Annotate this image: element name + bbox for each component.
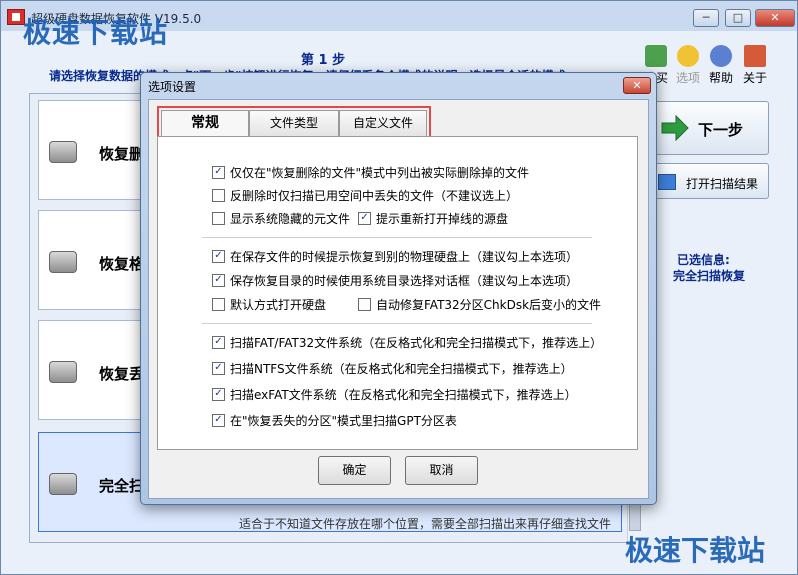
- option-scan-exfat[interactable]: ✓ 扫描exFAT文件系统（在反格式化和完全扫描模式下，推荐选上）: [212, 387, 577, 403]
- option-prompt-other-disk[interactable]: ✓ 在保存文件的时候提示恢复到别的物理硬盘上（建议勾上本选项）: [212, 249, 578, 265]
- separator: [202, 323, 592, 324]
- option-label: 自动修复FAT32分区ChkDsk后变小的文件: [376, 298, 602, 312]
- disk-icon: [49, 141, 77, 163]
- tab-file-types[interactable]: 文件类型: [249, 110, 339, 136]
- step-title: 第 1 步: [301, 53, 346, 68]
- tab-strip: 常规 文件类型 自定义文件: [157, 106, 431, 138]
- watermark-top: 极速下载站: [23, 16, 169, 49]
- checkbox[interactable]: [212, 298, 225, 311]
- checkbox[interactable]: ✓: [212, 274, 225, 287]
- checkbox[interactable]: [212, 189, 225, 202]
- tab-general[interactable]: 常规: [161, 110, 249, 136]
- toolbar-help[interactable]: 帮助: [704, 45, 738, 86]
- mode-description: 适合于不知道文件存放在哪个位置，需要全部扫描出来再仔细查找文件: [239, 517, 612, 531]
- toolbar-label: 帮助: [708, 71, 733, 85]
- option-label: 反删除时仅扫描已用空间中丢失的文件（不建议选上）: [230, 189, 519, 203]
- next-step-label: 下一步: [698, 121, 744, 139]
- option-show-hidden-meta[interactable]: 显示系统隐藏的元文件: [212, 211, 350, 227]
- option-list-only-deleted[interactable]: ✓ 仅仅在"恢复删除的文件"模式中列出被实际删除掉的文件: [212, 165, 529, 181]
- option-label: 仅仅在"恢复删除的文件"模式中列出被实际删除掉的文件: [230, 166, 530, 180]
- open-file-icon: [658, 174, 676, 190]
- disk-icon: [49, 361, 77, 383]
- option-scan-ntfs[interactable]: ✓ 扫描NTFS文件系统（在反格式化和完全扫描模式下，推荐选上）: [212, 361, 573, 377]
- cart-icon: [645, 45, 667, 67]
- scrollbar-thumb[interactable]: [629, 503, 641, 531]
- checkbox[interactable]: ✓: [212, 250, 225, 263]
- minimize-button[interactable]: ─: [693, 9, 719, 27]
- option-label: 显示系统隐藏的元文件: [230, 212, 351, 226]
- checkbox[interactable]: ✓: [212, 388, 225, 401]
- maximize-button[interactable]: □: [725, 9, 751, 27]
- ok-button[interactable]: 确定: [318, 456, 391, 485]
- option-label: 扫描FAT/FAT32文件系统（在反格式化和完全扫描模式下，推荐选上）: [230, 336, 603, 350]
- cancel-button[interactable]: 取消: [405, 456, 478, 485]
- option-system-dir-dialog[interactable]: ✓ 保存恢复目录的时候使用系统目录选择对话框（建议勾上本选项）: [212, 273, 578, 289]
- option-scan-gpt[interactable]: ✓ 在"恢复丢失的分区"模式里扫描GPT分区表: [212, 413, 457, 429]
- dialog-close-button[interactable]: ✕: [623, 77, 651, 94]
- option-label: 默认方式打开硬盘: [230, 298, 327, 312]
- separator: [202, 237, 592, 238]
- option-scan-used-space[interactable]: 反删除时仅扫描已用空间中丢失的文件（不建议选上）: [212, 188, 518, 204]
- checkbox[interactable]: ✓: [358, 212, 371, 225]
- option-label: 在"恢复丢失的分区"模式里扫描GPT分区表: [230, 414, 457, 428]
- title-bar: 超级硬盘数据恢复软件 V19.5.0 极速下载站 ─ □ ✕: [1, 1, 797, 49]
- disk-icon: [49, 251, 77, 273]
- toolbar-label: 关于: [742, 71, 767, 85]
- toolbar-options[interactable]: 选项: [671, 45, 705, 86]
- arrow-right-icon: [661, 114, 689, 142]
- home-icon: [744, 45, 766, 67]
- toolbar-label: 选项: [675, 71, 700, 85]
- selected-info-label: 已选信息:: [677, 253, 730, 267]
- selected-info-value: 完全扫描恢复: [673, 269, 746, 283]
- dialog-body: 常规 文件类型 自定义文件 ✓ 仅仅在"恢复删除的文件"模式中列出被实际删除掉的文…: [148, 99, 649, 499]
- option-scan-fat[interactable]: ✓ 扫描FAT/FAT32文件系统（在反格式化和完全扫描模式下，推荐选上）: [212, 335, 602, 351]
- close-button[interactable]: ✕: [755, 9, 795, 27]
- option-fix-fat32-chkdsk[interactable]: 自动修复FAT32分区ChkDsk后变小的文件: [358, 297, 601, 313]
- options-dialog: 选项设置 ✕ 常规 文件类型 自定义文件 ✓ 仅仅在"恢复删除的文件"模式中列出被…: [140, 72, 657, 505]
- option-label: 保存恢复目录的时候使用系统目录选择对话框（建议勾上本选项）: [230, 274, 579, 288]
- option-label: 扫描exFAT文件系统（在反格式化和完全扫描模式下，推荐选上）: [230, 388, 577, 402]
- option-label: 扫描NTFS文件系统（在反格式化和完全扫描模式下，推荐选上）: [230, 362, 573, 376]
- disk-icon: [49, 473, 77, 495]
- toolbar-about[interactable]: 关于: [738, 45, 772, 86]
- tab-panel-general: ✓ 仅仅在"恢复删除的文件"模式中列出被实际删除掉的文件 反删除时仅扫描已用空间中…: [157, 136, 638, 450]
- option-default-open-disk[interactable]: 默认方式打开硬盘: [212, 297, 326, 313]
- option-label: 在保存文件的时候提示恢复到别的物理硬盘上（建议勾上本选项）: [230, 250, 579, 264]
- checkbox[interactable]: ✓: [212, 362, 225, 375]
- tab-custom-files[interactable]: 自定义文件: [339, 110, 427, 136]
- watermark-bottom: 极速下载站: [625, 534, 766, 567]
- help-icon: [710, 45, 732, 67]
- option-label: 提示重新打开掉线的源盘: [376, 212, 509, 226]
- checkbox[interactable]: ✓: [212, 414, 225, 427]
- open-scan-result-button[interactable]: 打开扫描结果: [651, 163, 769, 199]
- checkbox[interactable]: ✓: [212, 336, 225, 349]
- checkbox[interactable]: [212, 212, 225, 225]
- gear-icon: [677, 45, 699, 67]
- open-scan-result-label: 打开扫描结果: [686, 177, 759, 191]
- next-step-button[interactable]: 下一步: [651, 101, 769, 155]
- dialog-title: 选项设置: [148, 80, 197, 94]
- option-reopen-source[interactable]: ✓ 提示重新打开掉线的源盘: [358, 211, 508, 227]
- checkbox[interactable]: [358, 298, 371, 311]
- checkbox[interactable]: ✓: [212, 166, 225, 179]
